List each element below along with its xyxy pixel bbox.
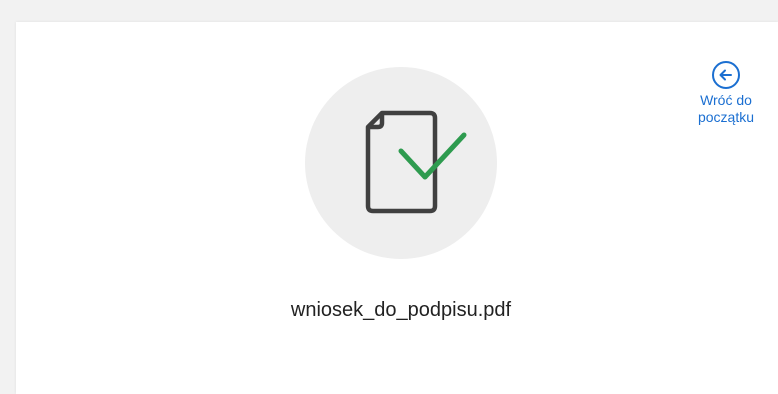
back-to-start-link[interactable]: Wróć do początku xyxy=(686,60,766,126)
arrow-left-circle-icon xyxy=(712,61,740,89)
document-check-icon xyxy=(365,110,467,214)
document-card: Wróć do początku wniosek_do_podpisu.pdf xyxy=(16,22,778,394)
document-icon-circle xyxy=(305,67,497,259)
back-label-line2: początku xyxy=(697,109,755,125)
file-name: wniosek_do_podpisu.pdf xyxy=(290,299,512,321)
back-label-line1: Wróć do xyxy=(700,92,752,108)
